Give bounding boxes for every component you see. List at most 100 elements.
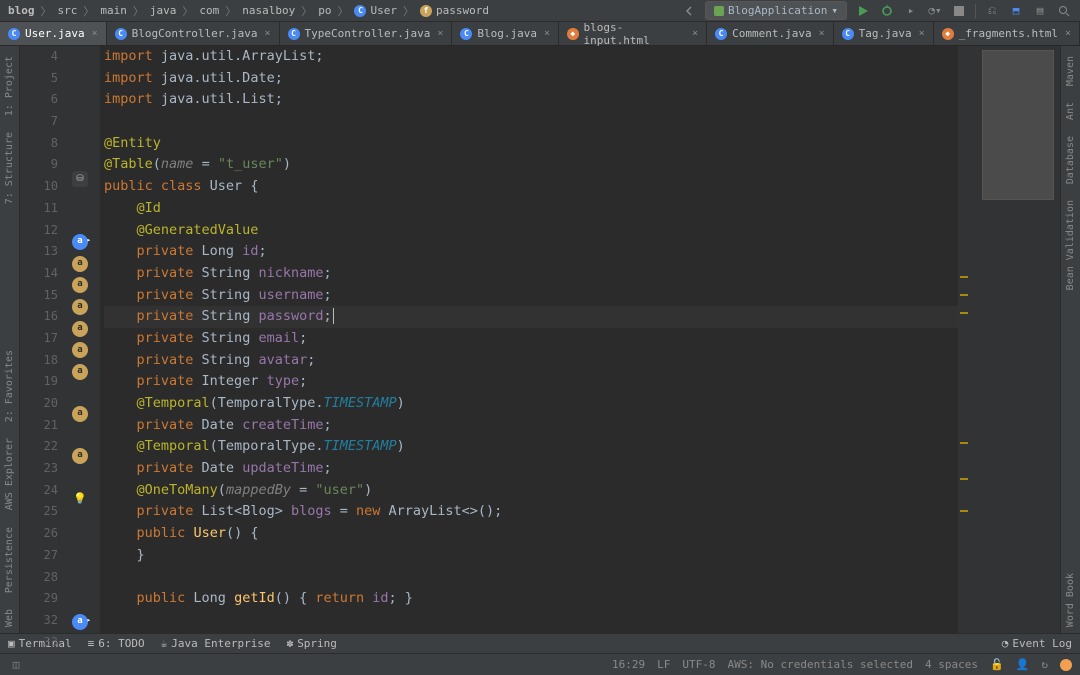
code-line[interactable]: import java.util.Date; [104,68,958,90]
tool-window-button[interactable]: 1: Project [4,50,15,122]
code-line[interactable]: } [104,545,958,567]
close-icon[interactable]: × [692,28,698,39]
close-icon[interactable]: × [919,28,925,39]
line-number[interactable]: 11 [20,198,58,220]
line-separator[interactable]: LF [657,658,670,671]
database-icon[interactable]: ⛁ [72,171,88,187]
accessor-icon[interactable]: a [72,277,88,293]
tool-window-button[interactable]: 7: Structure [4,126,15,210]
caret-position[interactable]: 16:29 [612,658,645,671]
editor-tab[interactable]: ◆blogs-input.html× [559,22,707,45]
code-editor[interactable]: import java.util.ArrayList;import java.u… [100,46,958,633]
line-number[interactable]: 8 [20,133,58,155]
indent-setting[interactable]: 4 spaces [925,658,978,671]
line-number[interactable]: 6 [20,89,58,111]
breadcrumb-item[interactable]: com [199,4,219,17]
code-line[interactable]: @Temporal(TemporalType.TIMESTAMP) [104,436,958,458]
code-line[interactable]: private Date updateTime; [104,458,958,480]
navigate-icon[interactable]: a▸ [72,614,88,630]
line-number[interactable]: 29 [20,588,58,610]
gutter-icons[interactable]: ⛁a▸aaaaaaaa💡a▸ [68,46,92,633]
editor-tab[interactable]: CTag.java× [834,22,934,45]
line-number[interactable]: 23 [20,458,58,480]
line-number[interactable]: 18 [20,350,58,372]
tool-window-button[interactable]: Maven [1065,50,1076,92]
tool-window-button[interactable]: Persistence [4,521,15,599]
bottom-tool-button[interactable]: ☕Java Enterprise [161,637,271,650]
vcs-icon[interactable]: ⎌ [984,3,1000,19]
event-log-button[interactable]: ◔ Event Log [1002,637,1072,650]
code-line[interactable] [104,610,958,632]
editor-tab[interactable]: ◆_fragments.html× [934,22,1080,45]
line-number[interactable]: 5 [20,68,58,90]
code-line[interactable]: @Entity [104,133,958,155]
editor-tab[interactable]: CTypeController.java× [280,22,453,45]
accessor-icon[interactable]: a [72,448,88,464]
code-line[interactable]: private Integer type; [104,371,958,393]
bottom-tool-button[interactable]: ≡6: TODO [88,637,145,650]
ide-settings-icon[interactable] [1060,659,1072,671]
line-number[interactable]: 27 [20,545,58,567]
close-icon[interactable]: × [437,28,443,39]
intention-bulb-icon[interactable]: 💡 [72,490,88,506]
error-stripe[interactable] [958,46,970,633]
editor-tab[interactable]: CBlogController.java× [107,22,280,45]
line-number[interactable]: 20 [20,393,58,415]
code-line[interactable]: private Date createTime; [104,415,958,437]
line-number[interactable]: 10 [20,176,58,198]
tool-window-button[interactable]: 2: Favorites [4,344,15,428]
lock-icon[interactable]: 🔓 [990,658,1004,671]
tool-window-button[interactable]: Web [4,603,15,633]
accessor-icon[interactable]: a [72,406,88,422]
line-number-gutter[interactable]: 4567891011121314151617181920212223242526… [20,46,68,633]
line-number[interactable]: 16 [20,306,58,328]
close-icon[interactable]: × [1065,28,1071,39]
code-minimap[interactable] [970,46,1060,633]
code-line[interactable]: private String email; [104,328,958,350]
code-line[interactable]: public void setId(Long id) { this.id = i… [104,632,958,633]
line-number[interactable]: 19 [20,371,58,393]
code-line[interactable] [104,567,958,589]
line-number[interactable]: 33 [20,632,58,654]
tool-window-button[interactable]: Bean Validation [1065,194,1076,296]
accessor-icon[interactable]: a [72,364,88,380]
line-number[interactable]: 17 [20,328,58,350]
close-icon[interactable]: × [264,28,270,39]
line-number[interactable]: 28 [20,567,58,589]
code-line[interactable]: public class User { [104,176,958,198]
bottom-tool-button[interactable]: ✽Spring [287,637,337,650]
breadcrumb-class[interactable]: User [370,4,397,17]
code-line[interactable] [104,111,958,133]
project-structure-icon[interactable]: ▤ [1032,3,1048,19]
run-with-coverage-icon[interactable]: ▸ [903,3,919,19]
stop-icon[interactable] [951,3,967,19]
back-arrow-icon[interactable] [681,3,697,19]
breadcrumb[interactable]: blog〉src〉main〉java〉com〉nasalboy〉po〉C Use… [8,3,489,19]
tool-window-button[interactable]: Ant [1065,96,1076,126]
run-icon[interactable] [855,3,871,19]
line-number[interactable]: 15 [20,285,58,307]
tool-window-button[interactable]: AWS Explorer [4,432,15,516]
code-line[interactable]: private Long id; [104,241,958,263]
accessor-icon[interactable]: a [72,256,88,272]
breadcrumb-item[interactable]: src [58,4,78,17]
code-line[interactable]: @GeneratedValue [104,220,958,242]
navigate-icon[interactable]: a▸ [72,234,88,250]
editor-tab[interactable]: CBlog.java× [452,22,559,45]
code-line[interactable]: private String username; [104,285,958,307]
breadcrumb-item[interactable]: nasalboy [242,4,295,17]
accessor-icon[interactable]: a [72,321,88,337]
code-line[interactable]: @Temporal(TemporalType.TIMESTAMP) [104,393,958,415]
line-number[interactable]: 14 [20,263,58,285]
line-number[interactable]: 9 [20,154,58,176]
close-icon[interactable]: × [92,28,98,39]
close-icon[interactable]: × [819,28,825,39]
fold-gutter[interactable] [92,46,100,633]
file-encoding[interactable]: UTF-8 [682,658,715,671]
accessor-icon[interactable]: a [72,299,88,315]
code-line[interactable]: public Long getId() { return id; } [104,588,958,610]
inspection-icon[interactable]: 👤 [1016,658,1030,671]
close-icon[interactable]: × [544,28,550,39]
line-number[interactable]: 26 [20,523,58,545]
line-number[interactable]: 21 [20,415,58,437]
